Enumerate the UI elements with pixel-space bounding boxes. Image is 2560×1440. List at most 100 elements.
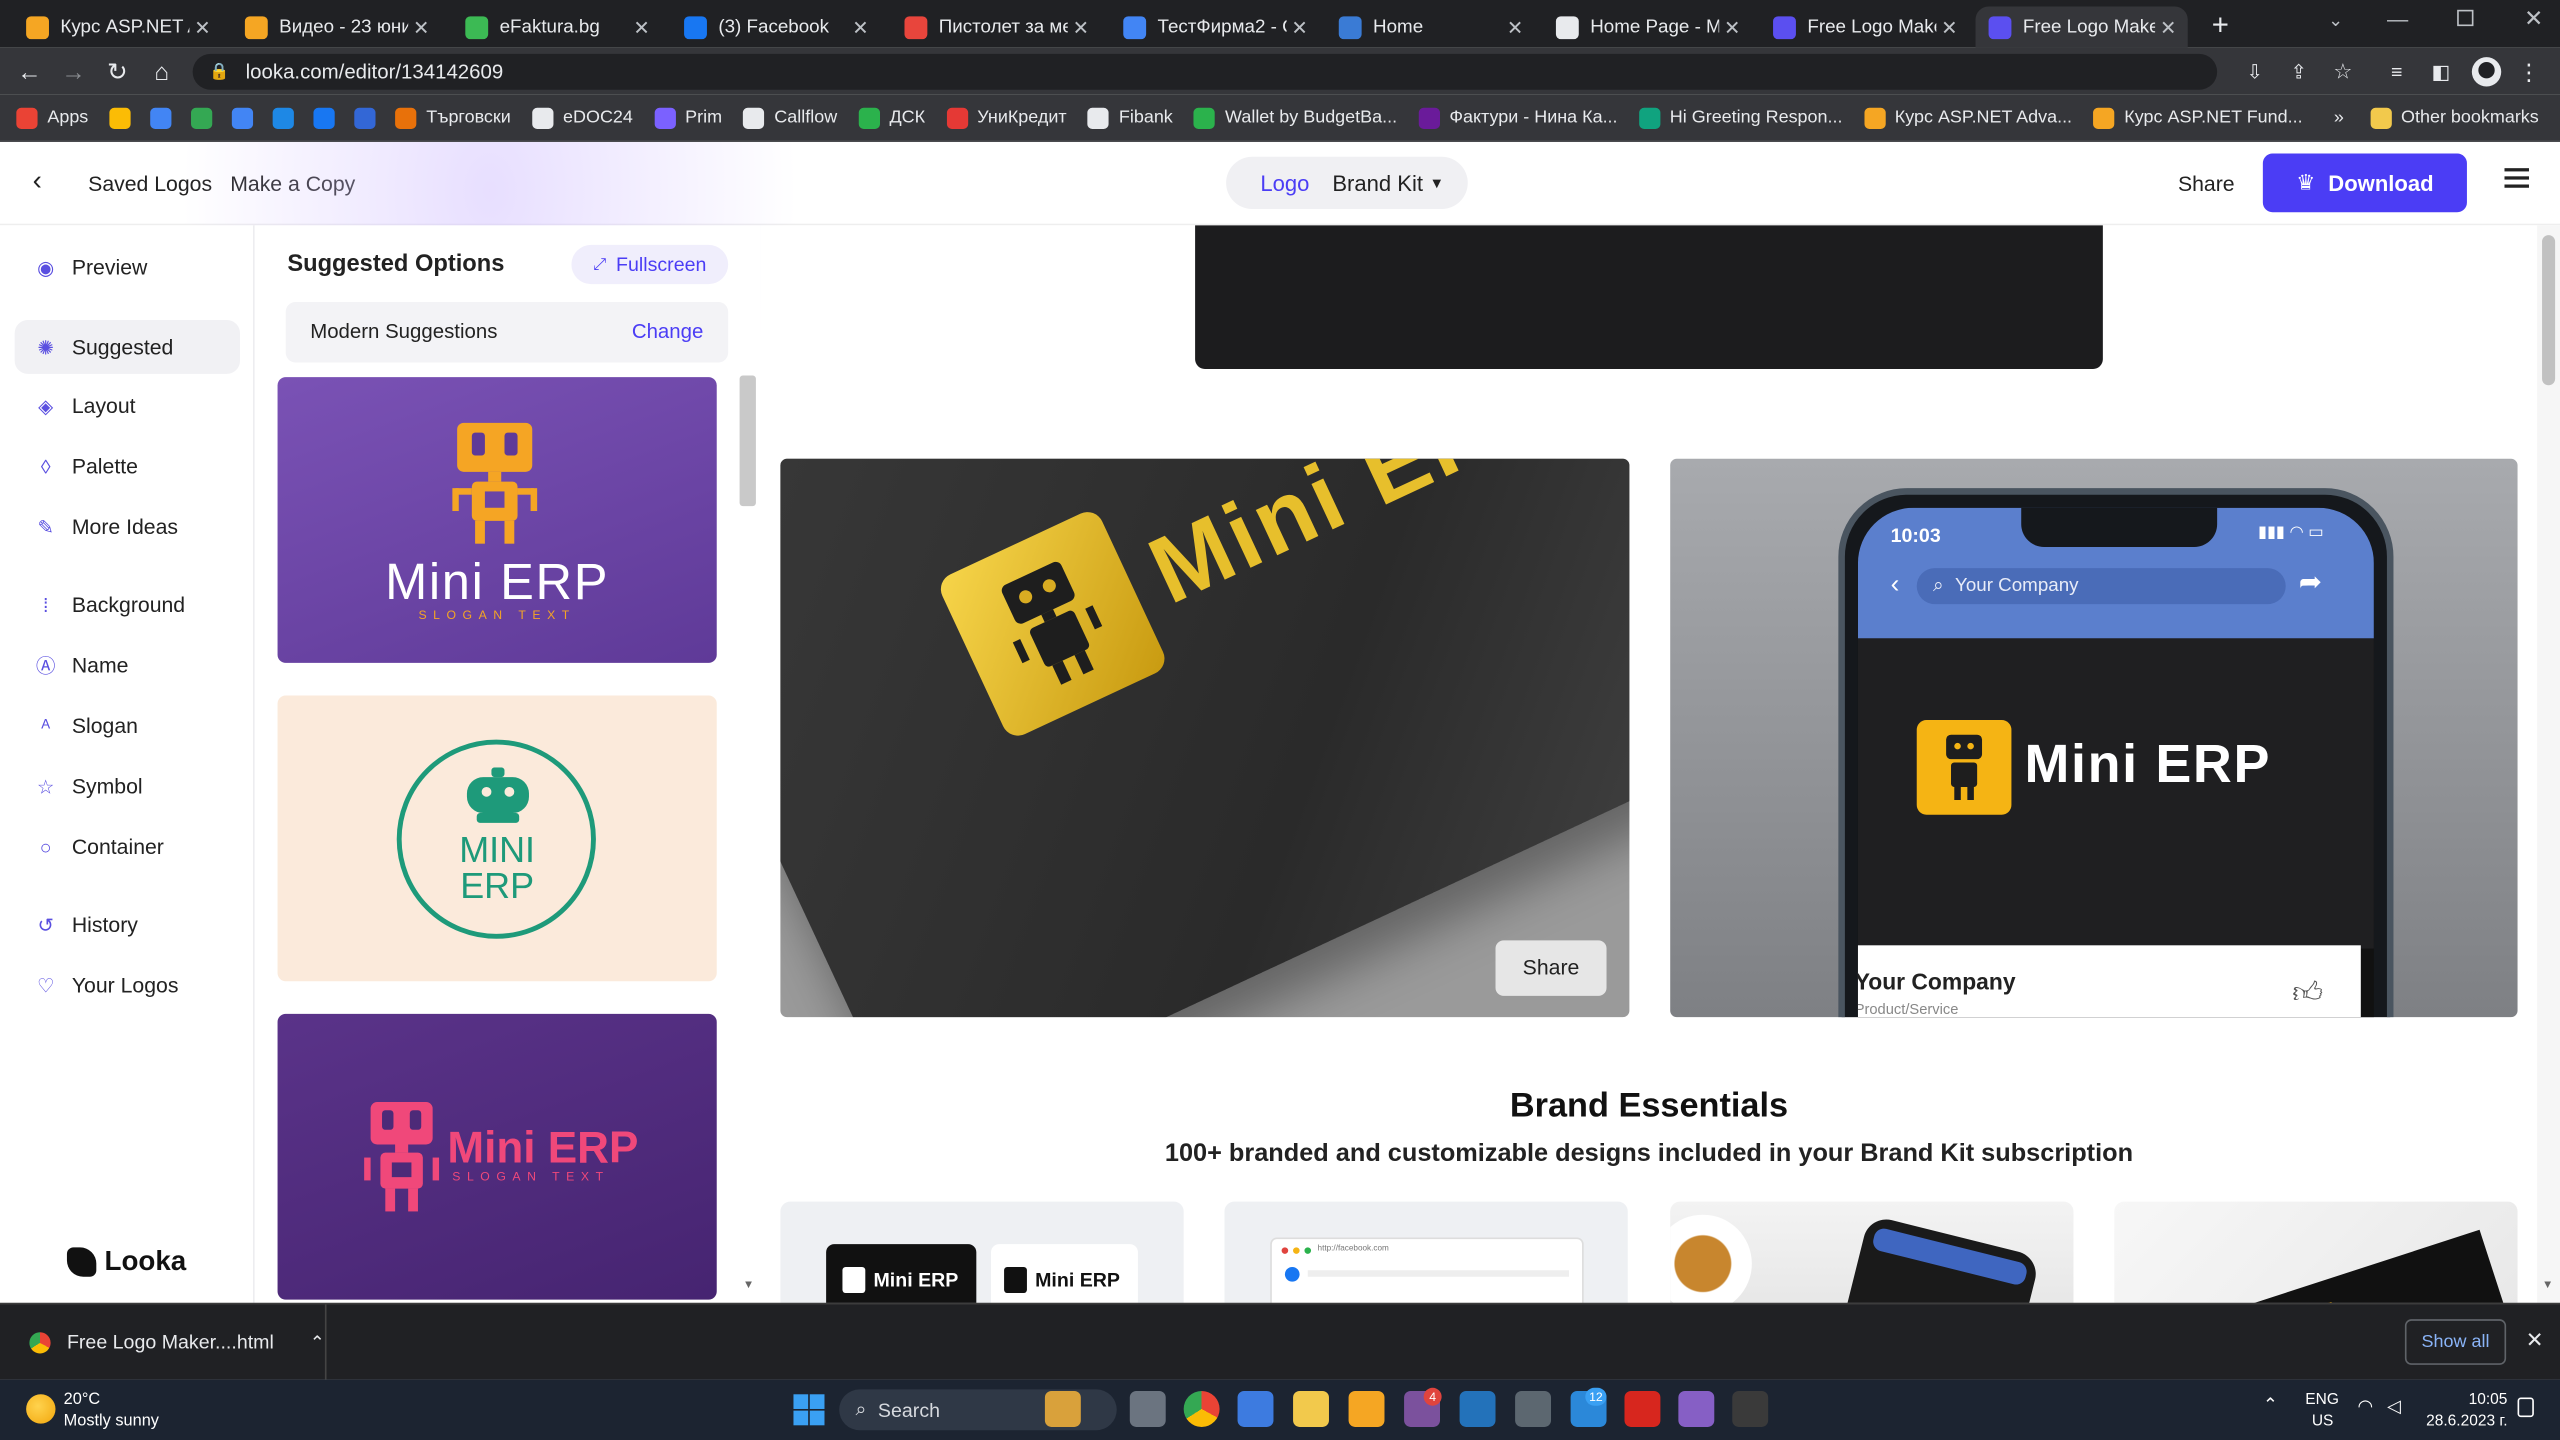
make-copy-link[interactable]: Make a Copy (230, 171, 355, 195)
essential-tile-3[interactable] (1670, 1201, 2074, 1303)
maximize-button[interactable] (2457, 9, 2474, 27)
close-tab-icon[interactable]: ✕ (1936, 16, 1962, 39)
bookmark-item[interactable] (150, 106, 181, 129)
acrobat-icon[interactable] (1624, 1391, 1661, 1427)
forward-icon[interactable]: → (56, 54, 92, 90)
weather-temp[interactable]: 20°C (64, 1391, 100, 1409)
bookmark-item[interactable]: Hi Greeting Respon... (1638, 106, 1843, 129)
sidebar-item-background[interactable]: ⁞ Background (15, 578, 240, 632)
minimize-button[interactable]: — (2387, 7, 2408, 31)
clock-date[interactable]: 28.6.2023 г. (2426, 1412, 2507, 1430)
lang-eng[interactable]: ENG (2305, 1391, 2339, 1409)
browser-tab-6[interactable]: ТестФирма2 - Go✕ (1110, 7, 1319, 48)
browser-tab-7[interactable]: Home ✕ (1326, 7, 1535, 48)
back-arrow-icon[interactable]: ‹ (33, 165, 42, 198)
panel-scrollbar[interactable] (739, 375, 756, 507)
bookmark-item[interactable]: Курс ASP.NET Adva... (1863, 106, 2072, 129)
mockup-share-button[interactable]: Share (1495, 940, 1607, 996)
install-icon[interactable]: ⇩ (2237, 54, 2273, 90)
weather-app-icon[interactable] (1348, 1391, 1385, 1427)
sidebar-item-palette[interactable]: ◊ Palette (15, 439, 240, 493)
home-icon[interactable]: ⌂ (144, 54, 180, 90)
bookmark-item[interactable] (109, 106, 141, 129)
weather-text[interactable]: Mostly sunny (64, 1412, 159, 1430)
profile-avatar[interactable] (2471, 57, 2502, 87)
bookmark-item[interactable] (191, 106, 222, 129)
address-bar[interactable]: 🔒 looka.com/editor/134142609 (192, 53, 2218, 90)
browser-tab-2[interactable]: Видео - 23 юни 2✕ (232, 7, 441, 48)
bookmark-item[interactable] (272, 106, 304, 129)
more-bookmarks-icon[interactable]: » (2334, 108, 2344, 128)
bookmark-item[interactable]: УниКредит (946, 106, 1067, 129)
volume-icon[interactable]: ◁ (2387, 1396, 2401, 1418)
file-explorer-mini-icon[interactable] (1129, 1391, 1166, 1427)
file-explorer-icon[interactable] (1293, 1391, 1329, 1427)
close-tab-icon[interactable]: ✕ (1287, 16, 1313, 39)
change-mode-button[interactable]: Change (632, 320, 704, 343)
sidebar-item-history[interactable]: ↺ History (15, 898, 240, 952)
bookmark-item[interactable]: Prim (654, 106, 722, 129)
tray-chevron-icon[interactable]: ⌃ (2263, 1394, 2278, 1416)
bookmark-star-icon[interactable]: ☆ (2325, 54, 2361, 90)
browser-tab-10[interactable]: Free Logo Maker ✕ (1975, 6, 2188, 48)
suggestion-card-1[interactable]: Mini ERP SLOGAN TEXT (277, 377, 717, 663)
visual-studio-icon[interactable] (1678, 1391, 1715, 1427)
clock-time[interactable]: 10:05 (2469, 1391, 2508, 1409)
close-tab-icon[interactable]: ✕ (1719, 16, 1745, 39)
browser-tab-5[interactable]: Пистолет за мех ✕ (891, 7, 1100, 48)
tab-logo[interactable]: Logo (1260, 171, 1309, 195)
chrome-icon[interactable] (1183, 1391, 1220, 1427)
saved-logos-link[interactable]: Saved Logos (88, 171, 212, 195)
side-panel-icon[interactable]: ◧ (2423, 54, 2459, 90)
close-window-button[interactable]: ✕ (2524, 5, 2543, 33)
sidebar-item-more-ideas[interactable]: ✎ More Ideas (15, 500, 240, 554)
tab-search-icon[interactable]: ⌄ (2328, 10, 2343, 31)
bookmark-item[interactable]: Wallet by BudgetBa... (1194, 106, 1397, 129)
other-bookmarks-folder[interactable]: Other bookmarks (2370, 106, 2539, 129)
browser-tab-8[interactable]: Home Page - Min✕ (1543, 7, 1752, 48)
share-header-button[interactable]: Share (2178, 171, 2235, 195)
browser-tab-3[interactable]: eFaktura.bg ✕ (452, 7, 661, 48)
taskbar-widget-icon[interactable] (1044, 1391, 1081, 1427)
essential-tile-4[interactable] (2114, 1201, 2518, 1303)
browser-tab-9[interactable]: Free Logo Maker ✕ (1760, 7, 1969, 48)
bookmark-item[interactable]: Fibank (1087, 106, 1173, 129)
close-tab-icon[interactable]: ✕ (408, 16, 434, 39)
notification-icon[interactable] (2517, 1397, 2534, 1418)
close-tab-icon[interactable]: ✕ (189, 16, 215, 39)
reading-list-icon[interactable]: ≡ (2379, 54, 2415, 90)
bookmark-item[interactable]: Apps (16, 106, 88, 129)
bookmark-item[interactable] (313, 106, 345, 129)
lang-us[interactable]: US (2312, 1412, 2334, 1430)
sidebar-item-slogan[interactable]: ᴬ Slogan (15, 699, 240, 753)
sidebar-item-suggested[interactable]: ✺ Suggested (14, 320, 241, 374)
sidebar-item-symbol[interactable]: ☆ Symbol (15, 759, 240, 813)
close-tab-icon[interactable]: ✕ (1068, 16, 1094, 39)
reload-icon[interactable]: ↻ (100, 54, 136, 90)
download-item[interactable]: Free Logo Maker....html ⌃ (0, 1304, 327, 1380)
bookmark-item[interactable]: eDOC24 (532, 106, 633, 129)
fullscreen-button[interactable]: ⤢ Fullscreen (571, 244, 729, 285)
browser-tab-4[interactable]: (3) Facebook ✕ (671, 7, 880, 48)
terminal-icon[interactable] (1732, 1391, 1769, 1427)
sidebar-item-container[interactable]: ○ Container (15, 820, 240, 874)
bookmark-item[interactable] (231, 106, 263, 129)
close-tab-icon[interactable]: ✕ (629, 16, 655, 39)
sidebar-item-your-logos[interactable]: ♡ Your Logos (15, 958, 240, 1012)
page-scrollbar[interactable]: ▼ (2537, 225, 2560, 1303)
sidebar-item-preview[interactable]: ◉ Preview (15, 240, 240, 294)
snip-tool-icon[interactable] (1237, 1391, 1274, 1427)
scroll-down-arrow-icon[interactable]: ▼ (2542, 1280, 2553, 1291)
bookmark-item[interactable]: ДСК (858, 106, 925, 129)
sidebar-item-layout[interactable]: ◈ Layout (15, 379, 240, 433)
new-tab-button[interactable]: + (2204, 8, 2237, 41)
browser-tab-1[interactable]: Курс ASP.NET Ad✕ (13, 7, 222, 48)
share-page-icon[interactable]: ⇪ (2281, 54, 2317, 90)
wifi-icon[interactable]: ◠ (2358, 1396, 2374, 1418)
sidebar-item-name[interactable]: Ⓐ Name (15, 638, 240, 692)
hamburger-menu-icon[interactable] (2504, 168, 2529, 188)
bookmark-item[interactable]: Курс ASP.NET Fund... (2093, 106, 2303, 129)
bookmark-item[interactable]: Callflow (743, 106, 837, 129)
suggestion-card-2[interactable]: MINI ERP (277, 695, 717, 982)
close-tab-icon[interactable]: ✕ (847, 16, 873, 39)
